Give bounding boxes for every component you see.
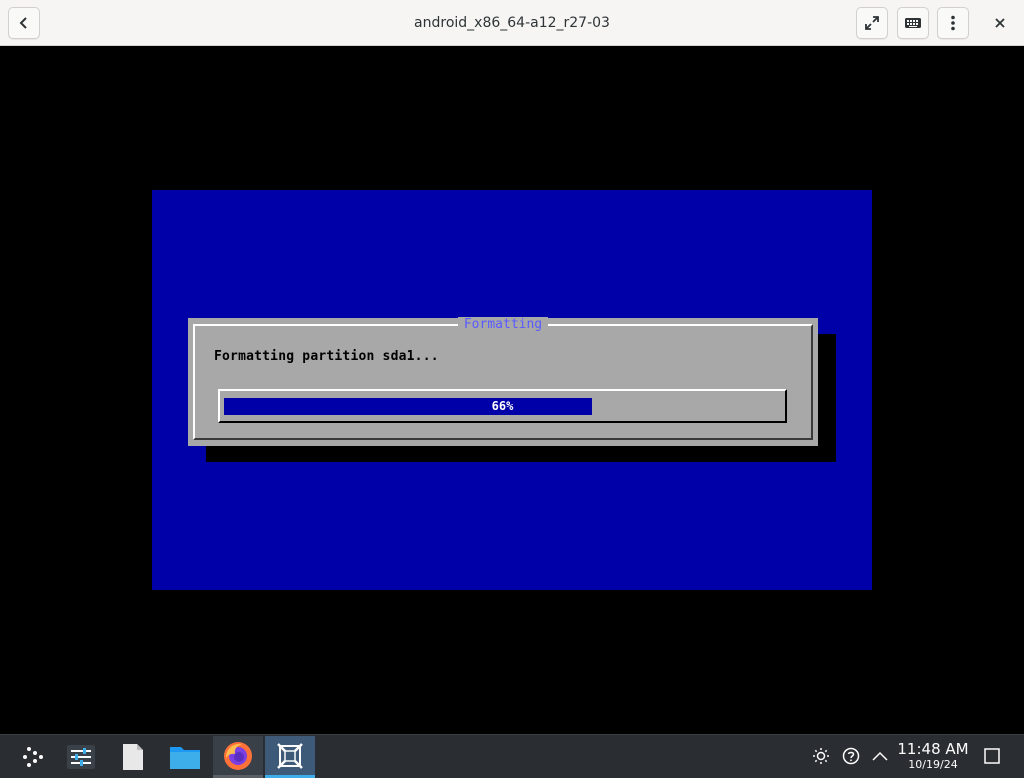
keyboard-button[interactable] <box>897 7 929 39</box>
clock-date[interactable]: 10/19/24 <box>893 758 973 771</box>
taskbar-file-manager[interactable] <box>160 736 210 778</box>
launcher-icon <box>23 747 43 767</box>
clock-time[interactable]: 11:48 AM <box>893 740 973 758</box>
fullscreen-button[interactable] <box>856 7 888 39</box>
dialog-title: Formatting <box>188 317 818 332</box>
progress-gauge: 66% <box>218 389 787 423</box>
show-desktop-icon <box>984 748 1000 764</box>
show-hidden-tray-button[interactable] <box>869 745 891 767</box>
taskbar-documents[interactable] <box>108 736 158 778</box>
menu-dots-icon <box>951 15 955 31</box>
back-button[interactable] <box>8 7 40 39</box>
show-desktop-button[interactable] <box>981 745 1003 767</box>
firefox-icon <box>224 741 252 770</box>
close-icon <box>995 18 1005 28</box>
chevron-up-icon <box>872 751 888 761</box>
taskbar: 11:48 AM 10/19/24 <box>0 734 1024 778</box>
keyboard-icon <box>905 18 921 28</box>
taskbar-system-settings[interactable] <box>56 736 106 778</box>
fullscreen-icon <box>865 16 879 30</box>
window-titlebar: android_x86_64-a12_r27-03 <box>0 0 1024 46</box>
formatting-dialog: Formatting Formatting partition sda1... … <box>188 317 818 446</box>
dialog-message: Formatting partition sda1... <box>214 349 439 364</box>
document-icon <box>123 744 143 770</box>
sliders-icon <box>67 745 95 769</box>
taskbar-firefox[interactable] <box>213 736 263 778</box>
taskbar-virtual-machine[interactable] <box>265 736 315 778</box>
application-launcher-button[interactable] <box>8 736 58 778</box>
menu-button[interactable] <box>937 7 969 39</box>
progress-track: 66% <box>224 398 781 415</box>
window-title: android_x86_64-a12_r27-03 <box>414 15 610 31</box>
brightness-tray-button[interactable] <box>810 745 832 767</box>
progress-label: 66% <box>491 399 514 413</box>
chevron-left-icon <box>19 17 27 29</box>
folder-icon <box>170 747 200 769</box>
close-button[interactable] <box>984 7 1016 39</box>
help-tray-button[interactable] <box>840 745 862 767</box>
vm-icon <box>277 742 303 769</box>
help-icon <box>842 747 860 765</box>
brightness-icon <box>813 748 829 764</box>
